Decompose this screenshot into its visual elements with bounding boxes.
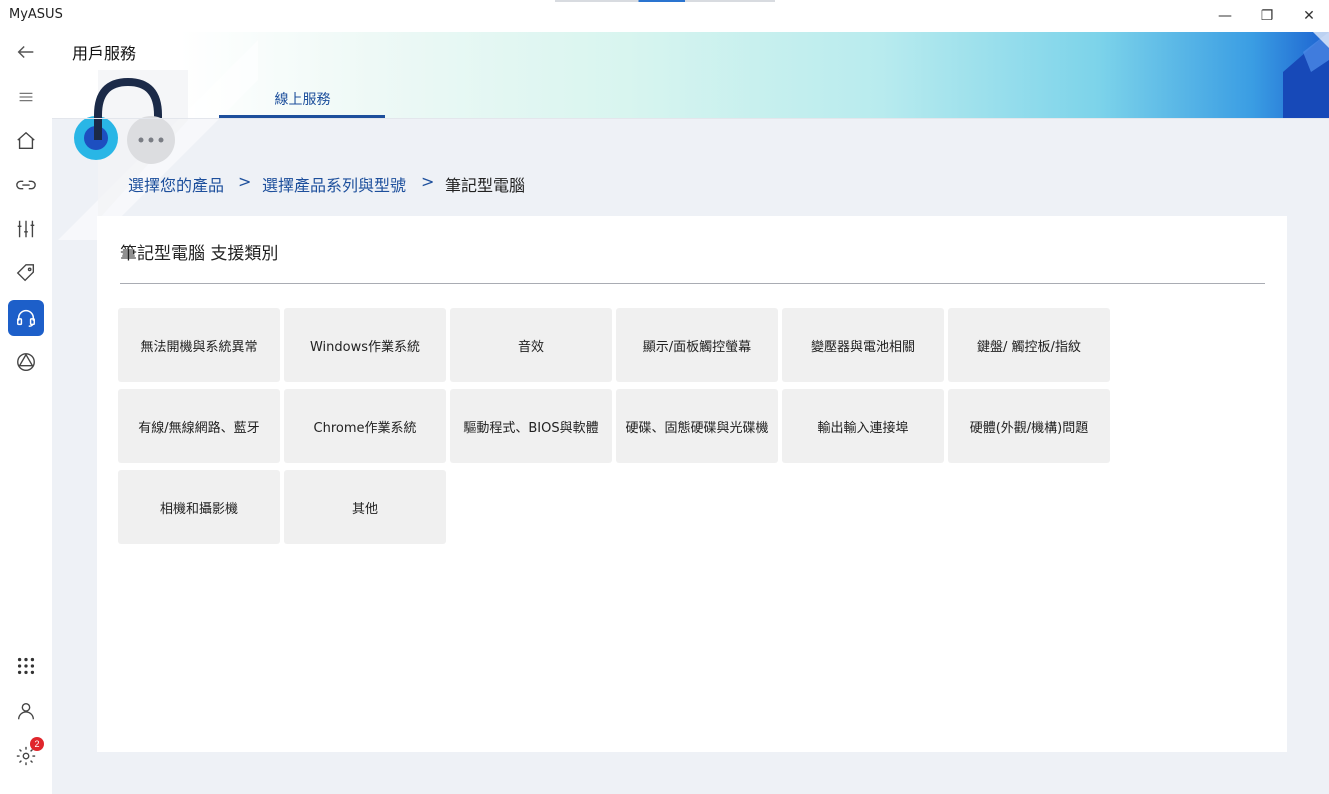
- back-button[interactable]: [8, 34, 44, 70]
- tab-online-service[interactable]: 線上服務: [220, 80, 385, 118]
- sidebar-item-home[interactable]: [8, 123, 44, 159]
- category-tile[interactable]: 無法開機與系統異常: [118, 308, 280, 382]
- sidebar-item-customization[interactable]: [8, 211, 44, 247]
- maximize-button[interactable]: ❐: [1247, 4, 1287, 28]
- category-tile[interactable]: 驅動程式、BIOS與軟體: [450, 389, 612, 463]
- settings-notification-badge: 2: [30, 737, 44, 751]
- category-tile[interactable]: 輸出輸入連接埠: [782, 389, 944, 463]
- minimize-button[interactable]: —: [1205, 4, 1245, 28]
- category-tile[interactable]: 其他: [284, 470, 446, 544]
- sidebar-item-recommendations[interactable]: [8, 344, 44, 380]
- title-bar: MyASUS — ❐ ✕: [0, 0, 1329, 32]
- category-tile[interactable]: 有線/無線網路、藍牙: [118, 389, 280, 463]
- sidebar-item-settings[interactable]: 2: [8, 737, 44, 774]
- category-tile[interactable]: 音效: [450, 308, 612, 382]
- breadcrumb-separator: >: [421, 172, 435, 191]
- tab-active-indicator: [219, 115, 385, 118]
- sidebar-item-apps[interactable]: [8, 648, 44, 684]
- hamburger-menu-icon: [19, 92, 33, 102]
- sidebar: 2: [0, 32, 52, 794]
- sidebar-item-customer-support[interactable]: [8, 300, 44, 336]
- support-category-panel: 筆記型電腦 支援類別 無法開機與系統異常 Windows作業系統 音效 顯示/面…: [97, 216, 1287, 752]
- category-tile[interactable]: 硬體(外觀/機構)問題: [948, 389, 1110, 463]
- headset-icon: [17, 310, 35, 327]
- sidebar-item-account[interactable]: [8, 693, 44, 729]
- app-grid-icon: [17, 657, 35, 675]
- support-illustration: [58, 40, 258, 240]
- top-decoration: [555, 0, 775, 2]
- menu-button[interactable]: [8, 79, 44, 115]
- home-icon: [17, 131, 35, 150]
- sidebar-item-link[interactable]: [8, 167, 44, 203]
- section-divider: [120, 283, 1265, 284]
- user-icon: [17, 702, 35, 720]
- tag-icon: [16, 264, 35, 282]
- sidebar-item-promotions[interactable]: [8, 255, 44, 291]
- category-tile[interactable]: Chrome作業系統: [284, 389, 446, 463]
- category-tile[interactable]: 硬碟、固態硬碟與光碟機: [616, 389, 778, 463]
- sliders-icon: [17, 220, 35, 238]
- breadcrumb-current: 筆記型電腦: [445, 176, 526, 195]
- breadcrumb-select-series[interactable]: 選擇產品系列與型號: [262, 172, 406, 196]
- link-icon: [16, 180, 36, 190]
- triangle-circle-icon: [17, 353, 35, 371]
- category-tile[interactable]: Windows作業系統: [284, 308, 446, 382]
- app-title: MyASUS: [9, 7, 63, 22]
- section-title: 筆記型電腦 支援類別: [120, 244, 279, 264]
- category-tile[interactable]: 鍵盤/ 觸控板/指紋: [948, 308, 1110, 382]
- page-title: 用戶服務: [72, 44, 137, 63]
- category-tile[interactable]: 顯示/面板觸控螢幕: [616, 308, 778, 382]
- breadcrumb-select-product[interactable]: 選擇您的產品: [128, 172, 224, 196]
- back-arrow-icon: [17, 45, 34, 59]
- close-button[interactable]: ✕: [1289, 4, 1329, 28]
- breadcrumb-separator: >: [238, 172, 252, 191]
- category-tile[interactable]: 相機和攝影機: [118, 470, 280, 544]
- category-tile[interactable]: 變壓器與電池相關: [782, 308, 944, 382]
- banner-corner-decoration: [1283, 32, 1329, 118]
- tabs-divider: [52, 118, 1329, 119]
